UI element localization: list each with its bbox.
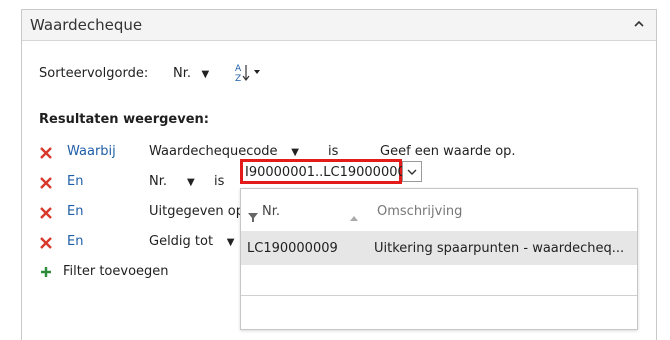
filter-value-text: I90000001..LC190000009 xyxy=(245,165,416,180)
chevron-down-icon xyxy=(407,169,417,175)
filter-field-select[interactable]: Geldig tot ▼ xyxy=(149,234,234,249)
caret-down-icon: ▼ xyxy=(195,69,210,80)
filter-connector[interactable]: En xyxy=(67,234,83,249)
remove-filter-icon[interactable] xyxy=(40,177,52,189)
caret-down-icon: ▼ xyxy=(281,147,299,158)
column-header-nr[interactable]: Nr. xyxy=(262,204,280,219)
svg-text:A: A xyxy=(235,64,242,74)
filter-value-input[interactable]: I90000001..LC190000009 xyxy=(240,159,416,184)
panel-title: Waardecheque xyxy=(30,16,143,34)
filter-field-value[interactable]: Uitgegeven op xyxy=(149,204,244,219)
filter-icon[interactable] xyxy=(247,211,259,223)
lookup-dropdown-button[interactable] xyxy=(402,161,422,182)
filter-field-select[interactable]: Waardechequecode ▼ xyxy=(149,144,299,159)
sort-order-label: Sorteervolgorde: xyxy=(39,66,149,81)
results-heading: Resultaten weergeven: xyxy=(39,112,209,127)
lookup-row[interactable]: LC190000009 Uitkering spaarpunten - waar… xyxy=(241,231,637,265)
sort-order-select[interactable]: Nr. ▼ xyxy=(173,66,209,81)
filter-field-select[interactable]: Nr. ▼ xyxy=(149,174,195,189)
filter-connector[interactable]: En xyxy=(67,174,83,189)
column-header-omschrijving[interactable]: Omschrijving xyxy=(377,204,462,219)
sort-order-value: Nr. xyxy=(173,66,192,81)
lookup-cell-omschrijving: Uitkering spaarpunten - waardecheq... xyxy=(374,241,625,256)
sort-direction-icon[interactable]: A Z xyxy=(234,62,264,84)
sort-ascending-icon xyxy=(350,216,358,221)
filter-operator[interactable]: is xyxy=(214,174,224,189)
remove-filter-icon[interactable] xyxy=(40,147,52,159)
chevron-up-icon[interactable] xyxy=(632,17,646,31)
filter-field-value: Waardechequecode xyxy=(149,144,278,159)
remove-filter-icon[interactable] xyxy=(40,207,52,219)
filter-operator[interactable]: is xyxy=(328,144,338,159)
filter-value-placeholder[interactable]: Geef een waarde op. xyxy=(380,144,516,159)
filter-field-value: Nr. xyxy=(149,174,168,189)
filter-connector[interactable]: Waarbij xyxy=(67,144,116,159)
svg-text:Z: Z xyxy=(235,74,241,84)
remove-filter-icon[interactable] xyxy=(40,237,52,249)
filter-field-value: Geldig tot xyxy=(149,234,214,249)
caret-down-icon: ▼ xyxy=(171,177,195,188)
lookup-dropdown: Nr. Omschrijving LC190000009 Uitkering s… xyxy=(240,188,638,330)
lookup-cell-nr: LC190000009 xyxy=(247,241,338,256)
plus-icon[interactable] xyxy=(40,266,52,278)
filter-connector[interactable]: En xyxy=(67,204,83,219)
divider xyxy=(241,295,637,296)
panel-header[interactable]: Waardecheque xyxy=(22,10,656,41)
caret-down-icon: ▼ xyxy=(217,237,235,248)
add-filter-link[interactable]: Filter toevoegen xyxy=(63,264,169,279)
